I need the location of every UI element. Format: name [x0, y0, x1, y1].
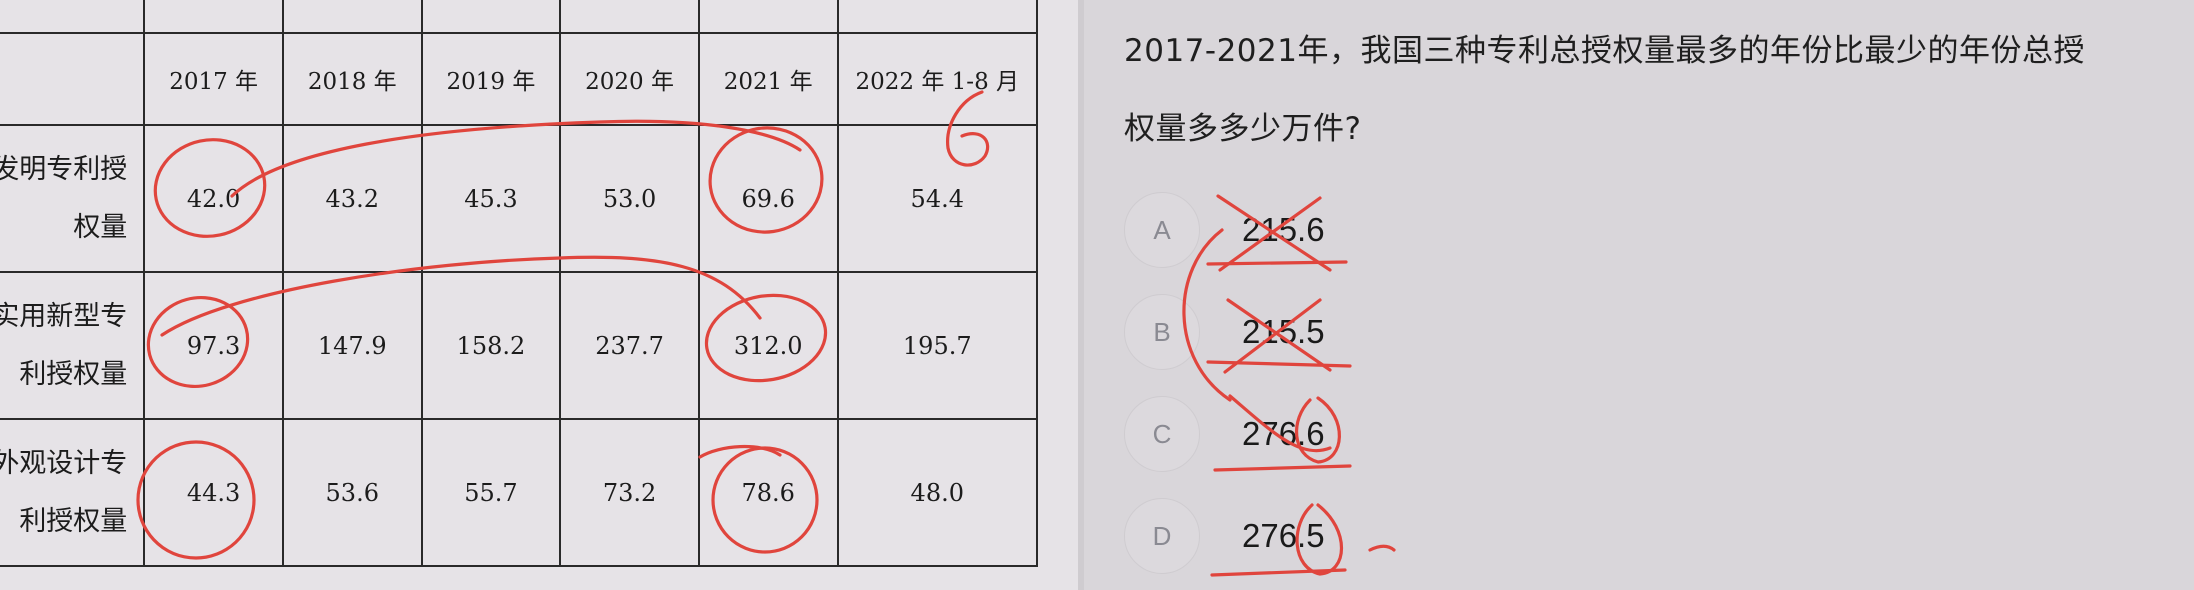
option-letter-circle[interactable]: B [1124, 294, 1200, 370]
table-cell: 312.0 [697, 271, 839, 420]
table-cell: 237.7 [559, 271, 700, 420]
option-letter-circle[interactable]: A [1124, 192, 1200, 268]
option-value[interactable]: 276.6 [1242, 415, 1325, 453]
table-row: 外观设计专利授权量 44.3 53.6 55.7 73.2 78.6 48.0 [0, 418, 1039, 567]
row-label-line1: 实用新型专 [0, 300, 128, 332]
option-c[interactable]: C 276.6 [1124, 394, 1524, 474]
table-cell: 78.6 [697, 418, 839, 567]
table-cell: 158.2 [420, 271, 562, 420]
column-header: 2017 年 [143, 32, 284, 126]
table-cell: 53.0 [559, 124, 700, 273]
option-value[interactable]: 215.5 [1242, 313, 1325, 351]
column-header: 2019 年 [420, 32, 562, 126]
column-header: 2021 年 [697, 32, 839, 126]
option-letter-circle[interactable]: C [1124, 396, 1200, 472]
question-line2: 权量多多少万件? [1124, 111, 1362, 147]
column-header: 2022 年 1-8 月 [836, 32, 1039, 126]
table-cell: 195.7 [836, 271, 1039, 420]
row-label: 发明专利授权量 [0, 124, 146, 273]
data-table-panel: 2017 年 2018 年 2019 年 2020 年 2021 年 2022 … [0, 0, 1078, 590]
row-label: 实用新型专利授权量 [0, 271, 146, 420]
option-value[interactable]: 215.6 [1242, 211, 1325, 249]
header-corner-cell [0, 32, 146, 126]
question-text: 2017-2021年，我国三种专利总授权量最多的年份比最少的年份总授 权量多多少… [1124, 12, 2184, 168]
table-cell: 73.2 [559, 418, 700, 567]
row-label-line1: 发明专利授 [0, 153, 128, 185]
table-cell: 147.9 [281, 271, 423, 420]
table-cell: 44.3 [143, 418, 284, 567]
table-cell: 97.3 [143, 271, 284, 420]
column-header: 2018 年 [281, 32, 423, 126]
column-header: 2020 年 [559, 32, 700, 126]
row-label-line2: 权量 [73, 211, 128, 243]
option-letter-circle[interactable]: D [1124, 498, 1200, 574]
option-value[interactable]: 276.5 [1242, 517, 1325, 555]
row-label-line2: 利授权量 [19, 505, 128, 537]
question-panel: 2017-2021年，我国三种专利总授权量最多的年份比最少的年份总授 权量多多少… [1084, 0, 2194, 590]
table-cell: 69.6 [697, 124, 839, 273]
table-cell: 42.0 [143, 124, 284, 273]
table-cell: 55.7 [420, 418, 562, 567]
row-label-line2: 利授权量 [19, 358, 128, 390]
table-cell: 48.0 [836, 418, 1039, 567]
question-line1: 2017-2021年，我国三种专利总授权量最多的年份比最少的年份总授 [1124, 33, 2085, 69]
option-a[interactable]: A 215.6 [1124, 190, 1524, 270]
row-label: 外观设计专利授权量 [0, 418, 146, 567]
table-cell: 45.3 [420, 124, 562, 273]
table-row: 实用新型专利授权量 97.3 147.9 158.2 237.7 312.0 1… [0, 271, 1039, 420]
table-cell: 43.2 [281, 124, 423, 273]
table-row: 发明专利授权量 42.0 43.2 45.3 53.0 69.6 54.4 [0, 124, 1039, 273]
table-cell: 54.4 [836, 124, 1039, 273]
option-b[interactable]: B 215.5 [1124, 292, 1524, 372]
table-cell: 53.6 [281, 418, 423, 567]
patent-data-table: 2017 年 2018 年 2019 年 2020 年 2021 年 2022 … [0, 0, 1039, 567]
table-top-spacer-row [0, 0, 1039, 34]
row-label-line1: 外观设计专 [0, 447, 128, 479]
option-d[interactable]: D 276.5 [1124, 496, 1524, 576]
table-header-row: 2017 年 2018 年 2019 年 2020 年 2021 年 2022 … [0, 32, 1039, 126]
